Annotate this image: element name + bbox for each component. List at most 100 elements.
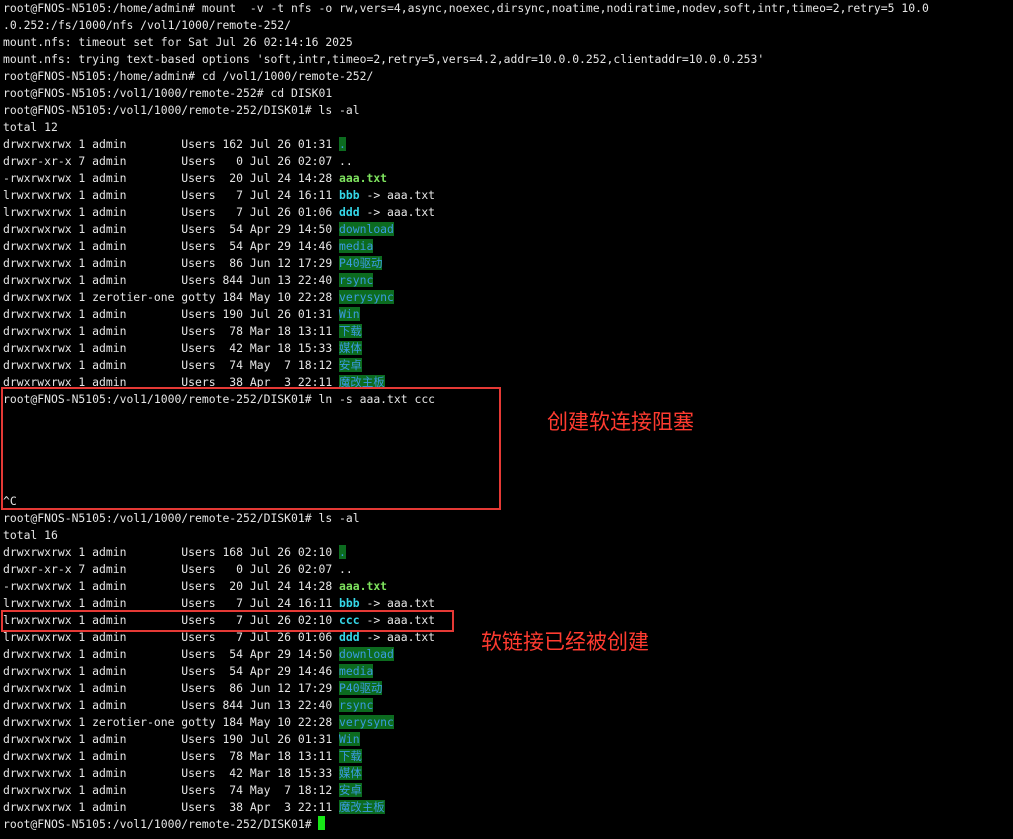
listing-row: drwxrwxrwx 1 admin Users 78 Mar 18 13:11…	[3, 323, 1011, 340]
listing-row: drwxrwxrwx 1 admin Users 190 Jul 26 01:3…	[3, 306, 1011, 323]
listing-filename: aaa.txt	[339, 171, 388, 185]
symlink-target: -> aaa.txt	[359, 188, 436, 202]
listing-filename: P40驱动	[339, 256, 383, 270]
listing-row: drwxrwxrwx 1 admin Users 74 May 7 18:12 …	[3, 782, 1011, 799]
listing-filename: aaa.txt	[339, 579, 388, 593]
listing-attributes: drwxrwxrwx 1 admin Users 38 Apr 3 22:11	[3, 800, 340, 814]
listing-filename: 安卓	[339, 783, 362, 797]
terminal-line: mount.nfs: timeout set for Sat Jul 26 02…	[3, 35, 353, 49]
terminal-line: root@FNOS-N5105:/vol1/1000/remote-252/DI…	[3, 103, 360, 117]
shell-prompt: root@FNOS-N5105:/vol1/1000/remote-252/DI…	[3, 817, 319, 831]
listing-attributes: lrwxrwxrwx 1 admin Users 7 Jul 26 01:06	[3, 630, 340, 644]
listing-attributes: drwxrwxrwx 1 zerotier-one gotty 184 May …	[3, 715, 340, 729]
text-cursor	[318, 816, 326, 830]
listing-attributes: drwxrwxrwx 1 admin Users 78 Mar 18 13:11	[3, 749, 340, 763]
listing-row: drwxrwxrwx 1 admin Users 54 Apr 29 14:46…	[3, 238, 1011, 255]
new-symlink-highlight-box	[1, 610, 454, 632]
listing-filename: rsync	[339, 698, 374, 712]
prompt-line[interactable]: root@FNOS-N5105:/vol1/1000/remote-252/DI…	[3, 816, 1011, 833]
listing-filename: rsync	[339, 273, 374, 287]
directory-listing-after: drwxrwxrwx 1 admin Users 168 Jul 26 02:1…	[3, 544, 1011, 816]
listing-attributes: drwxrwxrwx 1 admin Users 54 Apr 29 14:50	[3, 222, 340, 236]
listing-attributes: drwxrwxrwx 1 admin Users 86 Jun 12 17:29	[3, 256, 340, 270]
listing-filename: ddd	[339, 205, 360, 219]
listing-attributes: drwxr-xr-x 7 admin Users 0 Jul 26 02:07	[3, 154, 340, 168]
symlink-target: -> aaa.txt	[359, 205, 436, 219]
listing-filename: 媒体	[339, 766, 362, 780]
listing-attributes: drwxr-xr-x 7 admin Users 0 Jul 26 02:07	[3, 562, 340, 576]
listing-attributes: drwxrwxrwx 1 admin Users 844 Jun 13 22:4…	[3, 698, 340, 712]
listing-row: drwxrwxrwx 1 admin Users 42 Mar 18 15:33…	[3, 340, 1011, 357]
listing-attributes: drwxrwxrwx 1 admin Users 54 Apr 29 14:46	[3, 239, 340, 253]
listing-attributes: drwxrwxrwx 1 admin Users 54 Apr 29 14:50	[3, 647, 340, 661]
listing-attributes: drwxrwxrwx 1 admin Users 844 Jun 13 22:4…	[3, 273, 340, 287]
listing-filename: media	[339, 239, 374, 253]
listing-filename: verysync	[339, 290, 394, 304]
listing-filename: download	[339, 222, 394, 236]
listing-row: drwxrwxrwx 1 admin Users 844 Jun 13 22:4…	[3, 697, 1011, 714]
listing-attributes: drwxrwxrwx 1 admin Users 42 Mar 18 15:33	[3, 766, 340, 780]
terminal-line: root@FNOS-N5105:/home/admin# cd /vol1/10…	[3, 69, 374, 83]
listing-attributes: drwxrwxrwx 1 admin Users 78 Mar 18 13:11	[3, 324, 340, 338]
listing-filename: 媒体	[339, 341, 362, 355]
listing-row: -rwxrwxrwx 1 admin Users 20 Jul 24 14:28…	[3, 170, 1011, 187]
listing-row: drwxrwxrwx 1 admin Users 54 Apr 29 14:46…	[3, 663, 1011, 680]
listing-filename: bbb	[339, 596, 360, 610]
listing-filename: 魔改主板	[339, 800, 385, 814]
listing-filename: Win	[339, 732, 360, 746]
listing-row: drwxrwxrwx 1 admin Users 162 Jul 26 01:3…	[3, 136, 1011, 153]
created-annotation: 软链接已经被创建	[481, 630, 649, 654]
listing-filename: 下载	[339, 324, 362, 338]
listing-filename: .	[339, 545, 346, 559]
listing-filename: 下载	[339, 749, 362, 763]
listing-row: drwxrwxrwx 1 admin Users 86 Jun 12 17:29…	[3, 680, 1011, 697]
listing-filename: ..	[339, 562, 353, 576]
listing-row: drwxrwxrwx 1 admin Users 844 Jun 13 22:4…	[3, 272, 1011, 289]
listing-row: drwxrwxrwx 1 admin Users 86 Jun 12 17:29…	[3, 255, 1011, 272]
listing-filename: bbb	[339, 188, 360, 202]
listing-attributes: drwxrwxrwx 1 admin Users 86 Jun 12 17:29	[3, 681, 340, 695]
listing-row: drwxrwxrwx 1 zerotier-one gotty 184 May …	[3, 289, 1011, 306]
listing-row: drwxr-xr-x 7 admin Users 0 Jul 26 02:07 …	[3, 561, 1011, 578]
listing-row: drwxrwxrwx 1 admin Users 38 Apr 3 22:11 …	[3, 799, 1011, 816]
listing-row: drwxrwxrwx 1 admin Users 78 Mar 18 13:11…	[3, 748, 1011, 765]
blocked-annotation: 创建软连接阻塞	[547, 410, 694, 434]
listing-row: drwxrwxrwx 1 admin Users 168 Jul 26 02:1…	[3, 544, 1011, 561]
listing-filename: ..	[339, 154, 353, 168]
terminal-line: .0.252:/fs/1000/nfs /vol1/1000/remote-25…	[3, 18, 292, 32]
listing-row: drwxrwxrwx 1 admin Users 190 Jul 26 01:3…	[3, 731, 1011, 748]
listing-filename: ddd	[339, 630, 360, 644]
blocked-command-highlight-box	[1, 387, 501, 510]
listing-attributes: lrwxrwxrwx 1 admin Users 7 Jul 26 01:06	[3, 205, 340, 219]
listing-filename: .	[339, 137, 346, 151]
listing-row: drwxrwxrwx 1 admin Users 42 Mar 18 15:33…	[3, 765, 1011, 782]
listing-row: drwxrwxrwx 1 zerotier-one gotty 184 May …	[3, 714, 1011, 731]
listing-attributes: lrwxrwxrwx 1 admin Users 7 Jul 24 16:11	[3, 596, 340, 610]
listing-attributes: drwxrwxrwx 1 admin Users 190 Jul 26 01:3…	[3, 307, 340, 321]
total-line: total 12	[3, 120, 58, 134]
listing-attributes: drwxrwxrwx 1 admin Users 74 May 7 18:12	[3, 358, 340, 372]
terminal-line: root@FNOS-N5105:/vol1/1000/remote-252/DI…	[3, 511, 360, 525]
listing-row: lrwxrwxrwx 1 admin Users 7 Jul 24 16:11 …	[3, 187, 1011, 204]
listing-attributes: drwxrwxrwx 1 admin Users 190 Jul 26 01:3…	[3, 732, 340, 746]
listing-attributes: drwxrwxrwx 1 admin Users 54 Apr 29 14:46	[3, 664, 340, 678]
listing-filename: P40驱动	[339, 681, 383, 695]
terminal-line: root@FNOS-N5105:/home/admin# mount -v -t…	[3, 1, 929, 15]
listing-row: drwxrwxrwx 1 admin Users 54 Apr 29 14:50…	[3, 221, 1011, 238]
terminal-line: root@FNOS-N5105:/vol1/1000/remote-252# c…	[3, 86, 333, 100]
listing-row: lrwxrwxrwx 1 admin Users 7 Jul 26 01:06 …	[3, 204, 1011, 221]
listing-filename: download	[339, 647, 394, 661]
listing-attributes: drwxrwxrwx 1 admin Users 168 Jul 26 02:1…	[3, 545, 340, 559]
symlink-target: -> aaa.txt	[359, 630, 436, 644]
listing-row: drwxrwxrwx 1 admin Users 74 May 7 18:12 …	[3, 357, 1011, 374]
listing-attributes: drwxrwxrwx 1 admin Users 74 May 7 18:12	[3, 783, 340, 797]
directory-listing-before: drwxrwxrwx 1 admin Users 162 Jul 26 01:3…	[3, 136, 1011, 391]
listing-attributes: drwxrwxrwx 1 admin Users 162 Jul 26 01:3…	[3, 137, 340, 151]
listing-attributes: drwxrwxrwx 1 zerotier-one gotty 184 May …	[3, 290, 340, 304]
listing-filename: media	[339, 664, 374, 678]
listing-filename: 安卓	[339, 358, 362, 372]
listing-attributes: lrwxrwxrwx 1 admin Users 7 Jul 24 16:11	[3, 188, 340, 202]
listing-filename: verysync	[339, 715, 394, 729]
listing-attributes: -rwxrwxrwx 1 admin Users 20 Jul 24 14:28	[3, 579, 340, 593]
total-line: total 16	[3, 528, 58, 542]
